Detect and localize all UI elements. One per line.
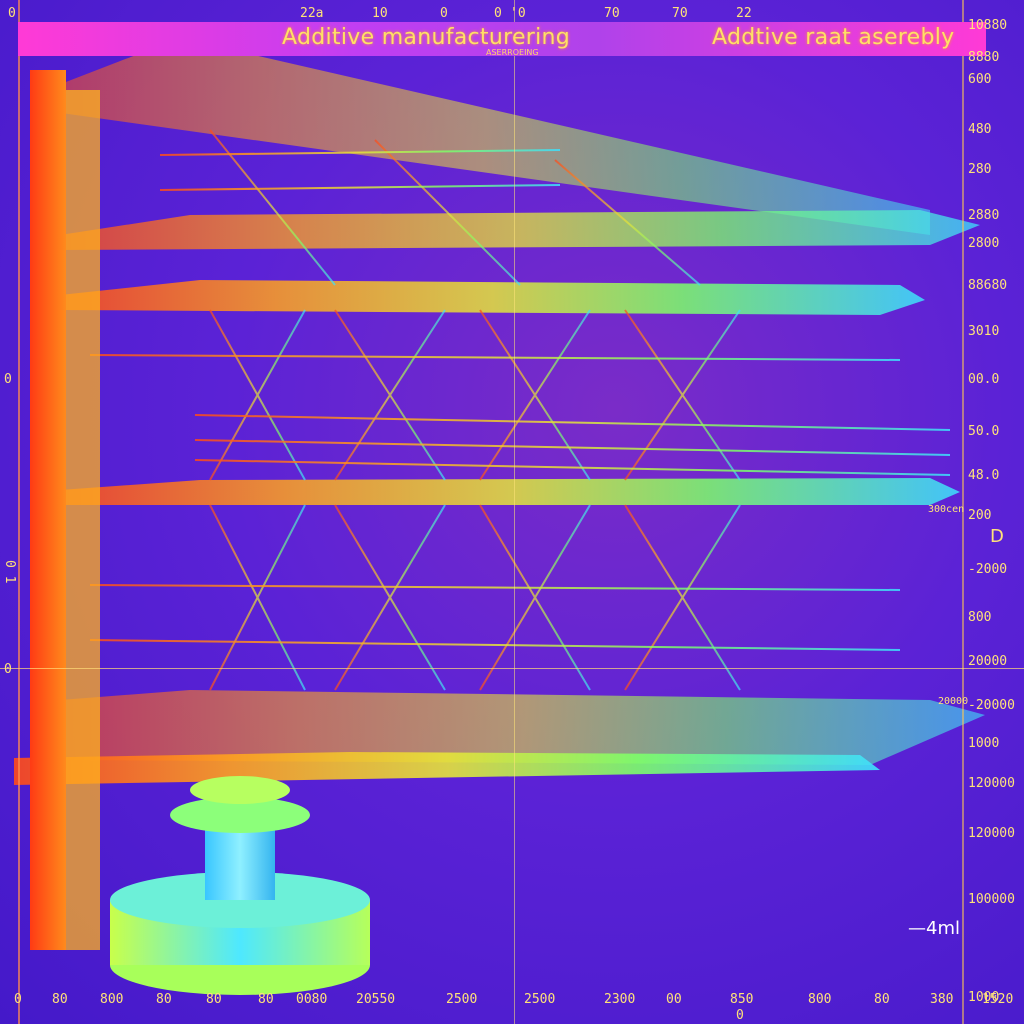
ruler-bottom-tick: 20550 <box>356 992 396 1007</box>
ruler-right-tick: 800 <box>968 610 992 625</box>
ruler-bottom-tick: 00 <box>666 992 682 1007</box>
ruler-right-tick: -20000 <box>968 698 1015 713</box>
title-additive-manufacturing: Additive manufacturering <box>282 25 571 50</box>
floor-decks <box>14 210 985 785</box>
ruler-right-tick: 50.0 <box>968 424 1000 439</box>
ruler-top-tick: 70 <box>604 6 620 21</box>
ruler-bottom-tick: 80 <box>156 992 172 1007</box>
ruler-right-tick: 2880 <box>968 208 1000 223</box>
ruler-right-tick: 00.0 <box>968 372 1000 387</box>
title-subtitle: ASERROEING <box>486 48 539 57</box>
base-assembly <box>110 776 370 995</box>
ruler-right-tick: 88680 <box>968 278 1008 293</box>
ruler-bottom-tick: 380 <box>930 992 954 1007</box>
left-axis-label: 0 <box>4 662 12 677</box>
ruler-top-tick: 22a <box>300 6 324 21</box>
ruler-right-tick: 3010 <box>968 324 1000 339</box>
ruler-right-tick: 100000 <box>968 892 1015 907</box>
ruler-right-tick: 20000 <box>968 654 1008 669</box>
ruler-bottom-tick: 80 <box>52 992 68 1007</box>
ruler-right-tick: 280 <box>968 162 992 177</box>
ruler-bottom-tick: 2300 <box>604 992 636 1007</box>
ruler-right-tick: 200 <box>968 508 992 523</box>
right-annotation: 20000 <box>938 696 969 707</box>
ruler-bottom-tick: 2500 <box>524 992 556 1007</box>
ruler-bottom-tick: 0080 <box>296 992 328 1007</box>
ruler-top-tick: 10 <box>372 6 388 21</box>
ruler-bottom-tick: 80 <box>258 992 274 1007</box>
ruler-right-tick: -2000 <box>968 562 1008 577</box>
title-additive-assembly: Addtive raat aserebly <box>712 25 955 50</box>
left-main-column <box>30 70 66 950</box>
horizontal-guide-line <box>0 668 1024 669</box>
ruler-right-tick: 600 <box>968 72 992 87</box>
ruler-right-tick: 10880 <box>968 18 1008 33</box>
center-guide-line <box>514 0 515 1024</box>
title-band: Additive manufacturering ASERROEING Addt… <box>18 22 986 57</box>
ruler-top-tick: '0 <box>510 6 526 21</box>
ruler-right-tick: 48.0 <box>968 468 1000 483</box>
ruler-bottom-tick: 850 <box>730 992 754 1007</box>
ruler-bottom-tick: 0 <box>14 992 22 1007</box>
left-axis-label: 0 1 <box>2 560 17 584</box>
ruler-bottom-tick: 800 <box>808 992 832 1007</box>
scale-bar-label: —4ml <box>908 918 960 939</box>
ruler-bottom-tick: 80 <box>206 992 222 1007</box>
left-frame-rule <box>18 0 20 1024</box>
ruler-top-tick: 0 <box>8 6 16 21</box>
right-annotation: 300cen <box>928 504 965 515</box>
ruler-top-tick: 0 <box>440 6 448 21</box>
ruler-right-tick: 1000 <box>968 736 1000 751</box>
ruler-top-tick: 70 <box>672 6 688 21</box>
roof-truss <box>40 38 930 235</box>
ruler-bottom-tick: 800 <box>100 992 124 1007</box>
ruler-top-tick: 0 <box>494 6 502 21</box>
ruler-right-tick: 480 <box>968 122 992 137</box>
ruler-bottom-tick: 1520 <box>982 992 1014 1007</box>
scaffold-model-render <box>14 38 985 995</box>
ruler-bottom-tick: 80 <box>874 992 890 1007</box>
ruler-right-tick: 120000 <box>968 776 1015 791</box>
ruler-right-tick: 120000 <box>968 826 1015 841</box>
ruler-top-tick: 22 <box>736 6 752 21</box>
ruler-right-tick: 8880 <box>968 50 1000 65</box>
ruler-bottom-tick: 2500 <box>446 992 478 1007</box>
ruler-bottom-tick: 0 <box>736 1008 744 1023</box>
cad-viewport[interactable]: Additive manufacturering ASERROEING Addt… <box>0 0 1024 1024</box>
ruler-right-tick: 2800 <box>968 236 1000 251</box>
left-axis-label: 0 <box>4 372 12 387</box>
dimension-marker-d: D <box>990 526 1004 547</box>
